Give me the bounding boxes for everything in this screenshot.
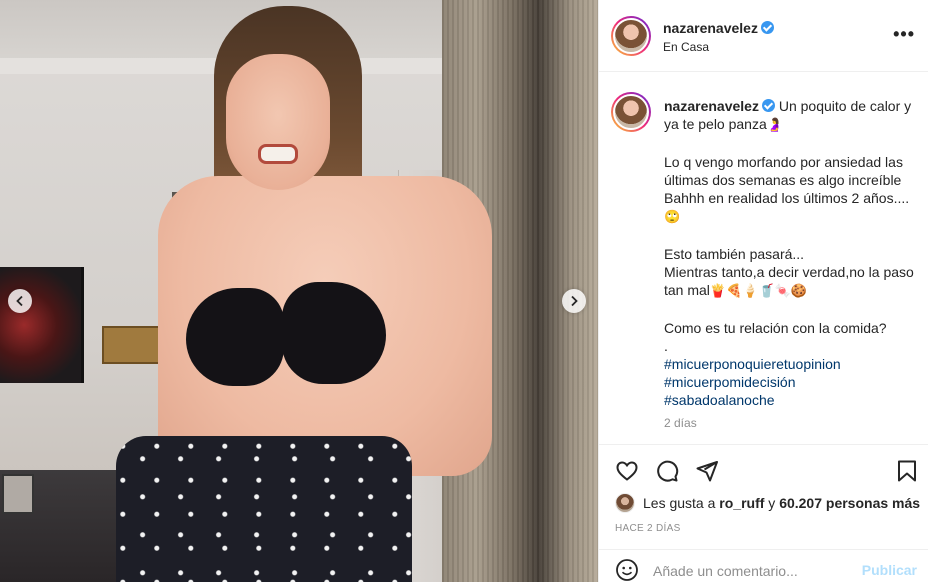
- likes-joiner: y: [768, 495, 776, 511]
- caption-paragraph: Como es tu relación con la comida?: [664, 320, 887, 336]
- photo-person-mouth: [258, 144, 298, 164]
- avatar[interactable]: [611, 92, 651, 132]
- caption-paragraph: Esto también pasará...: [664, 246, 805, 262]
- likes-prefix: Les gusta a: [643, 495, 716, 511]
- smiley-icon: [616, 559, 638, 581]
- verified-badge-icon: [761, 99, 775, 112]
- bookmark-icon: [898, 460, 916, 482]
- post-username[interactable]: nazarenavelez: [663, 20, 774, 36]
- caption-emoji: 🙄: [664, 210, 681, 225]
- like-button[interactable]: [615, 459, 639, 488]
- post-photo[interactable]: [0, 0, 598, 582]
- photo-bra-cup: [186, 288, 284, 386]
- username-text[interactable]: nazarenavelez: [663, 20, 758, 36]
- photo-wall-frame: [102, 326, 160, 364]
- photo-bra-cup: [282, 282, 386, 384]
- post-actions: Les gusta a ro_ruff y 60.207 personas má…: [599, 444, 928, 582]
- photo-person-face: [226, 54, 330, 190]
- save-button[interactable]: [895, 459, 919, 488]
- publish-button[interactable]: Publicar: [862, 562, 917, 578]
- photo-tv: [0, 267, 84, 383]
- more-options-button[interactable]: •••: [893, 25, 915, 43]
- verified-badge-icon: [760, 21, 774, 34]
- post-location[interactable]: En Casa: [663, 40, 709, 54]
- likes-summary: Les gusta a ro_ruff y 60.207 personas má…: [615, 493, 920, 513]
- caption-emoji: 🍟🍕🍦🥤🍬🍪: [709, 284, 808, 299]
- caption-area: nazarenavelez Un poquito de calor y ya t…: [599, 72, 928, 444]
- share-button[interactable]: [695, 459, 719, 488]
- photo-shelf-frame: [2, 474, 34, 514]
- comment-input[interactable]: [653, 560, 863, 582]
- caption-time-ago[interactable]: 2 días: [664, 416, 697, 430]
- avatar[interactable]: [615, 493, 635, 513]
- likes-user-link[interactable]: ro_ruff: [719, 495, 764, 511]
- chevron-left-icon: [16, 295, 23, 307]
- hashtag-link[interactable]: #micuerponoquieretuopinion: [664, 355, 919, 373]
- avatar[interactable]: [611, 16, 651, 56]
- next-photo-button[interactable]: [562, 289, 586, 313]
- paper-plane-icon: [696, 461, 718, 482]
- comment-button[interactable]: [655, 459, 679, 488]
- hashtag-link[interactable]: #micuerpomidecisión: [664, 373, 919, 391]
- emoji-picker-button[interactable]: [615, 558, 639, 582]
- previous-photo-button[interactable]: [8, 289, 32, 313]
- caption-username[interactable]: nazarenavelez: [664, 98, 759, 114]
- heart-icon: [616, 461, 638, 481]
- post-header: nazarenavelez En Casa •••: [599, 0, 928, 72]
- comment-icon: [657, 460, 679, 482]
- caption-paragraph: Lo q vengo morfando por ansiedad las últ…: [664, 154, 910, 206]
- chevron-right-icon: [571, 295, 578, 307]
- post-caption: nazarenavelez Un poquito de calor y ya t…: [664, 97, 919, 409]
- post-side-panel: nazarenavelez En Casa ••• nazarenavelez …: [598, 0, 928, 582]
- posted-timestamp[interactable]: HACE 2 DÍAS: [615, 523, 681, 534]
- caption-emoji: 🤰: [766, 118, 783, 133]
- likes-count-link[interactable]: 60.207 personas más: [779, 495, 920, 511]
- comment-bar: Publicar: [599, 549, 928, 582]
- hashtag-link[interactable]: #sabadoalanoche: [664, 391, 919, 409]
- caption-dot: .: [664, 338, 668, 354]
- photo-pants: [116, 436, 412, 582]
